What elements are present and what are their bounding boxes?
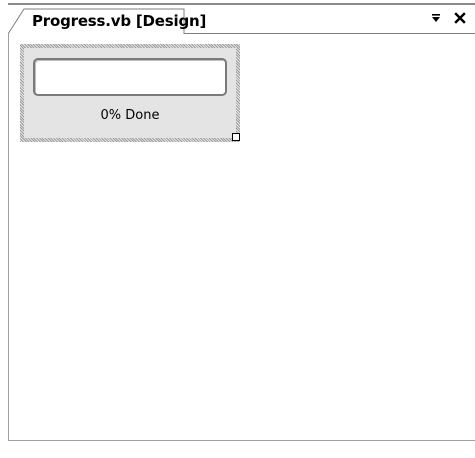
tab-bar-top-rule — [8, 3, 475, 5]
designer-window: Progress.vb [Design] 0% Done — [0, 0, 475, 458]
tab-progress-design[interactable]: Progress.vb [Design] — [8, 8, 206, 35]
progress-bar[interactable] — [33, 58, 227, 96]
frame-bottom-border — [8, 440, 475, 441]
window-position-dropdown-button[interactable] — [428, 10, 444, 26]
resize-handle[interactable] — [232, 133, 240, 141]
close-icon — [454, 12, 466, 24]
progress-user-control[interactable]: 0% Done — [24, 48, 236, 138]
progress-status-label[interactable]: 0% Done — [24, 108, 236, 123]
document-tab-bar: Progress.vb [Design] — [0, 0, 475, 38]
tab-label: Progress.vb [Design] — [32, 12, 207, 30]
close-button[interactable] — [452, 10, 468, 26]
dropdown-arrow-icon — [432, 14, 440, 22]
active-tab-join — [24, 33, 180, 34]
frame-left-border — [8, 34, 9, 440]
